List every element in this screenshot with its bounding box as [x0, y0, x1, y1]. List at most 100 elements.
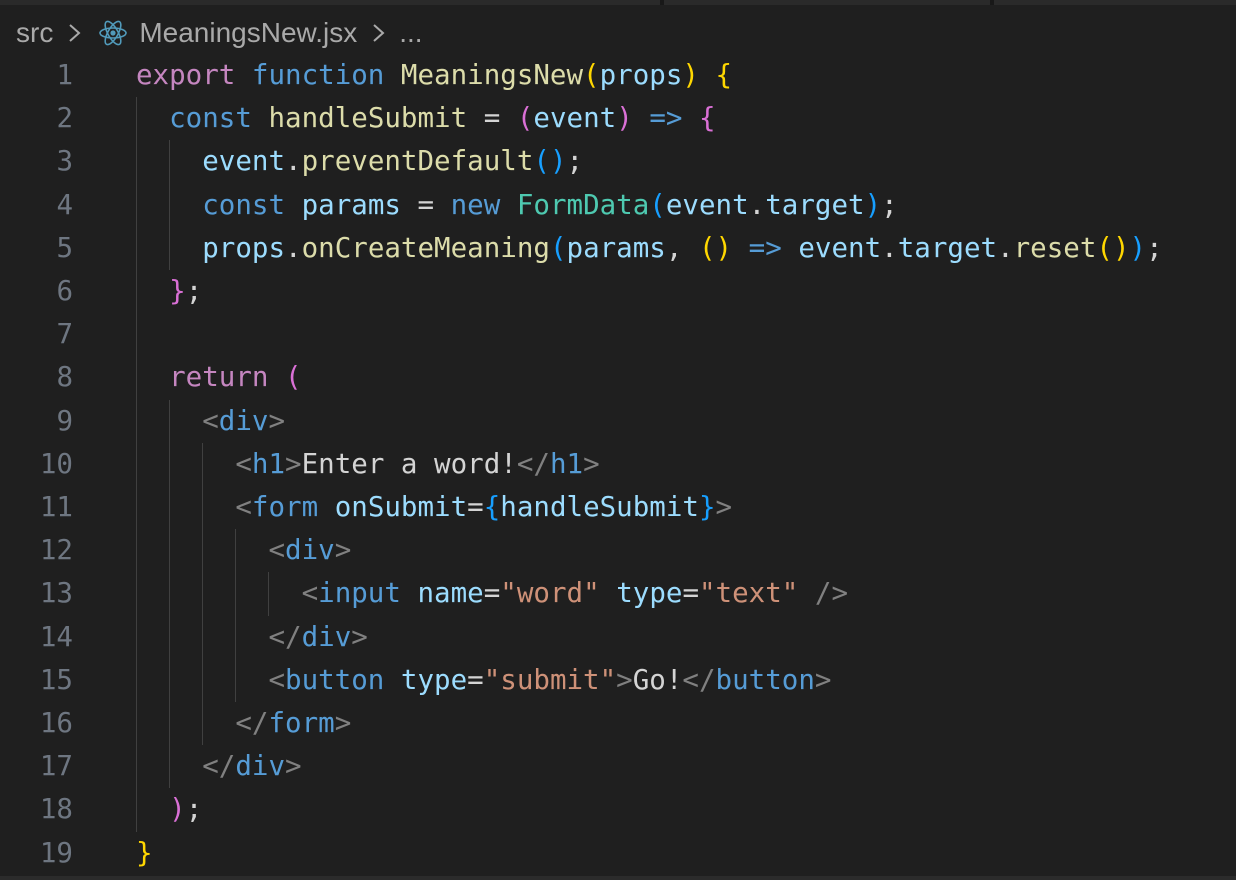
code-line[interactable]: 6 };: [0, 270, 1236, 313]
horizontal-scrollbar[interactable]: [0, 876, 1236, 880]
code-token: handleSubmit: [500, 491, 699, 523]
code-token: Go!: [632, 663, 683, 696]
code-line[interactable]: 7: [0, 313, 1236, 356]
code-line[interactable]: 14 </div>: [0, 616, 1236, 659]
indent-guide: [202, 442, 204, 746]
tab-bar-edge: [0, 0, 1236, 5]
code-text[interactable]: export function MeaningsNew(props) {: [136, 54, 732, 97]
code-token: reset: [1013, 231, 1097, 264]
code-token: <: [268, 534, 286, 567]
code-line[interactable]: 19}: [0, 832, 1236, 875]
line-number: 2: [56, 102, 73, 135]
code-text[interactable]: </div>: [136, 616, 367, 659]
code-line[interactable]: 17 </div>: [0, 745, 1236, 788]
code-text[interactable]: <form onSubmit={handleSubmit}>: [136, 486, 732, 529]
code-line[interactable]: 4 const params = new FormData(event.targ…: [0, 184, 1236, 227]
code-token: (: [285, 361, 302, 394]
code-line[interactable]: 8 return (: [0, 356, 1236, 399]
code-token: ;: [881, 188, 898, 221]
code-line[interactable]: 5 props.onCreateMeaning(params, () => ev…: [0, 227, 1236, 270]
code-text[interactable]: event.preventDefault();: [136, 140, 583, 183]
code-token: form: [268, 707, 335, 739]
code-token: =>: [649, 102, 683, 135]
code-line[interactable]: 3 event.preventDefault();: [0, 140, 1236, 183]
code-text[interactable]: return (: [136, 356, 302, 399]
code-token: >: [814, 663, 832, 696]
line-number: 3: [56, 145, 73, 178]
code-token: ;: [566, 145, 584, 178]
code-line[interactable]: 11 <form onSubmit={handleSubmit}>: [0, 486, 1236, 529]
code-text[interactable]: <div>: [136, 400, 285, 443]
line-number: 19: [39, 836, 73, 869]
code-token: />: [814, 577, 849, 610]
code-line[interactable]: 18 );: [0, 788, 1236, 831]
line-number: 15: [39, 663, 73, 696]
code-token: </: [516, 447, 550, 480]
code-token: "text": [699, 577, 799, 610]
code-line[interactable]: 16 </form>: [0, 702, 1236, 745]
code-token: ): [864, 188, 882, 221]
chevron-right-icon: [365, 13, 393, 53]
breadcrumb-item-file[interactable]: MeaningsNew.jsx: [139, 17, 357, 49]
code-token: ;: [185, 275, 203, 307]
line-number: 13: [39, 577, 73, 610]
code-token: </: [202, 750, 236, 783]
code-line[interactable]: 10 <h1>Enter a word!</h1>: [0, 443, 1236, 486]
line-number: 17: [39, 750, 73, 783]
indent-guide: [268, 572, 270, 616]
code-area[interactable]: 1 export function MeaningsNew(props) {2 c…: [0, 54, 1236, 880]
code-line[interactable]: 13 <input name="word" type="text" />: [0, 572, 1236, 615]
code-text[interactable]: );: [136, 788, 202, 831]
line-number: 9: [56, 404, 73, 437]
code-token: MeaningsNew: [400, 59, 584, 91]
code-token: }: [698, 491, 716, 523]
code-text[interactable]: <h1>Enter a word!</h1>: [136, 443, 599, 486]
code-token: <: [268, 663, 286, 696]
code-token: const: [202, 188, 286, 221]
code-token: (: [583, 59, 600, 91]
line-number: 1: [56, 59, 73, 91]
code-line[interactable]: 15 <button type="submit">Go!</button>: [0, 659, 1236, 702]
code-token: onCreateMeaning: [301, 231, 550, 264]
code-text[interactable]: const params = new FormData(event.target…: [136, 184, 898, 227]
code-text[interactable]: }: [136, 832, 153, 875]
line-number: 6: [56, 275, 73, 307]
code-line[interactable]: 12 <div>: [0, 529, 1236, 572]
code-text[interactable]: <input name="word" type="text" />: [136, 572, 848, 615]
code-line[interactable]: 1 export function MeaningsNew(props) {: [0, 54, 1236, 97]
code-line[interactable]: 9 <div>: [0, 400, 1236, 443]
code-text[interactable]: const handleSubmit = (event) => {: [136, 97, 715, 140]
indent-guide: [169, 140, 171, 270]
code-editor[interactable]: src MeaningsNew.jsx ... 1 export function…: [0, 0, 1236, 880]
breadcrumb-item-symbols[interactable]: ...: [399, 17, 422, 49]
code-text[interactable]: <button type="submit">Go!</button>: [136, 659, 831, 702]
code-token: </: [235, 707, 269, 739]
line-number: 12: [39, 534, 73, 567]
breadcrumb-item-src[interactable]: src: [16, 17, 53, 49]
code-token: .: [881, 231, 898, 264]
code-line[interactable]: 2 const handleSubmit = (event) => {: [0, 97, 1236, 140]
line-number: 4: [56, 188, 73, 221]
code-token: <: [301, 577, 319, 610]
code-token: div: [285, 534, 335, 567]
code-token: {: [483, 491, 501, 523]
code-token: =: [467, 663, 484, 696]
code-text[interactable]: props.onCreateMeaning(params, () => even…: [136, 227, 1162, 270]
code-text[interactable]: };: [136, 270, 202, 313]
code-token: >: [715, 491, 733, 523]
line-number: 10: [39, 447, 73, 480]
code-text[interactable]: </div>: [136, 745, 301, 788]
